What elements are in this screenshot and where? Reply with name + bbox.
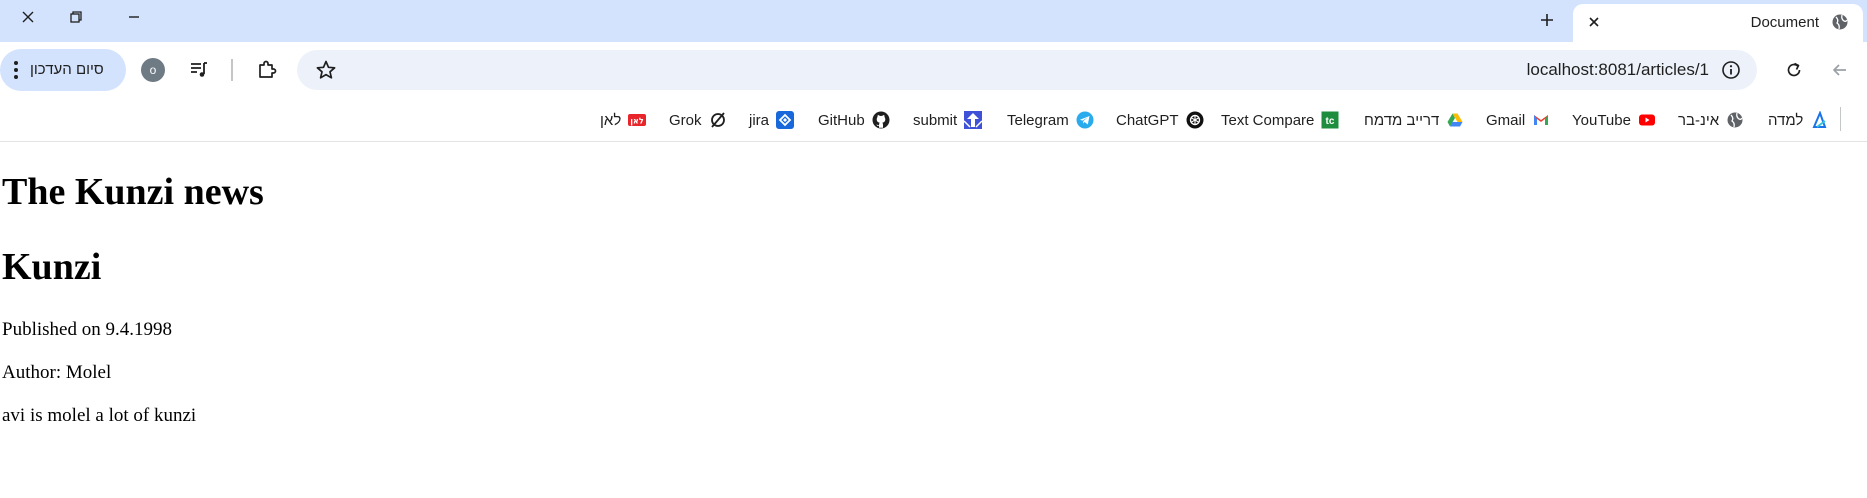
bookmark-submit[interactable]: submit [913, 106, 983, 134]
url-text[interactable]: localhost:8081/articles/1 [1527, 60, 1709, 80]
site-info-icon[interactable] [1721, 60, 1741, 80]
telegram-icon [1076, 111, 1094, 129]
close-icon [22, 11, 34, 23]
jira-icon [776, 111, 795, 129]
bookmark-label: אינ-בר [1678, 111, 1720, 129]
drive-icon [1446, 111, 1464, 129]
github-icon [872, 111, 890, 129]
article-body: avi is molel a lot of kunzi [2, 405, 197, 426]
browser-toolbar: סיום העדכון o localhost:8081/articles/1 [0, 42, 1867, 98]
puzzle-icon [259, 60, 277, 78]
star-icon[interactable] [315, 59, 337, 81]
article-author: Author: Molel [2, 362, 112, 383]
article-title: Kunzi [2, 246, 102, 288]
site-title: The Kunzi news [2, 171, 264, 213]
toolbar-divider [231, 59, 233, 81]
reload-button[interactable] [1776, 52, 1812, 88]
lan-icon: לאן [628, 111, 647, 129]
bookmark-jira[interactable]: jira [749, 106, 795, 134]
bookmark-label: Text Compare [1221, 111, 1315, 129]
minimize-icon [129, 16, 139, 18]
new-tab-button[interactable] [1532, 5, 1562, 35]
extensions-button[interactable] [253, 56, 281, 84]
bookmark-label: submit [913, 111, 958, 129]
globe-icon [1726, 111, 1744, 129]
window-minimize-button[interactable] [106, 0, 162, 34]
svg-text:לאן: לאן [631, 117, 645, 126]
bookmark-youtube[interactable]: YouTube [1572, 106, 1656, 134]
profile-avatar[interactable]: o [141, 58, 165, 82]
grok-icon [709, 111, 727, 129]
bookmark-label: Grok [669, 111, 702, 129]
bookmark-chatgpt[interactable]: ChatGPT [1116, 106, 1204, 134]
window-restore-button[interactable] [48, 0, 104, 34]
media-control-button[interactable] [185, 56, 213, 84]
bookmarks-separator [1840, 107, 1841, 131]
update-label: סיום העדכון [30, 61, 104, 78]
bookmark-label: GitHub [818, 111, 865, 129]
address-bar[interactable]: localhost:8081/articles/1 [297, 50, 1757, 90]
tab-title: Document [1750, 14, 1819, 31]
more-vert-icon [14, 61, 18, 79]
bookmark-textcompare[interactable]: Text Compare tc [1221, 106, 1339, 134]
page-content: The Kunzi news Kunzi Published on 9.4.19… [0, 142, 1867, 498]
bookmark-lamda[interactable]: למדה [1768, 106, 1828, 134]
tab-document[interactable]: Document [1573, 4, 1863, 42]
plus-icon [1541, 14, 1553, 26]
back-button[interactable] [1822, 52, 1858, 88]
submit-icon [964, 111, 983, 129]
bookmark-label: Gmail [1486, 111, 1526, 129]
chatgpt-icon [1186, 111, 1204, 129]
bookmark-label: לאן [600, 111, 622, 129]
bookmark-drive[interactable]: דרייב מדמח [1364, 106, 1464, 134]
bookmark-label: Telegram [1007, 111, 1069, 129]
tab-strip: Document [0, 0, 1867, 42]
bookmark-gmail[interactable]: Gmail [1486, 106, 1550, 134]
bookmark-label: ChatGPT [1116, 111, 1179, 129]
gmail-icon [1532, 111, 1550, 129]
bookmark-label: למדה [1768, 111, 1804, 129]
finish-update-button[interactable]: סיום העדכון [0, 49, 126, 91]
youtube-icon [1638, 111, 1656, 129]
bookmark-grok[interactable]: Grok [669, 106, 727, 134]
restore-icon [70, 11, 82, 23]
reload-icon [1787, 62, 1801, 77]
bookmarks-bar: למדה אינ-בר YouTube Gmail דרייב מדמח Tex… [0, 98, 1867, 142]
svg-text:tc: tc [1326, 116, 1335, 127]
bookmark-label: jira [749, 111, 770, 129]
bookmark-label: דרייב מדמח [1364, 111, 1440, 129]
published-date: Published on 9.4.1998 [2, 319, 172, 340]
arrow-left-icon [1833, 64, 1846, 76]
textcompare-icon: tc [1321, 111, 1339, 129]
bookmark-github[interactable]: GitHub [818, 106, 890, 134]
bookmark-inbar[interactable]: אינ-בר [1678, 106, 1744, 134]
lamda-icon [1810, 111, 1828, 129]
bookmark-lan[interactable]: לאן לאן [600, 106, 647, 134]
tab-close-icon[interactable] [1586, 14, 1602, 30]
bookmark-label: YouTube [1572, 111, 1631, 129]
playlist-music-icon [191, 62, 207, 77]
bookmark-telegram[interactable]: Telegram [1007, 106, 1094, 134]
globe-icon [1832, 14, 1848, 30]
